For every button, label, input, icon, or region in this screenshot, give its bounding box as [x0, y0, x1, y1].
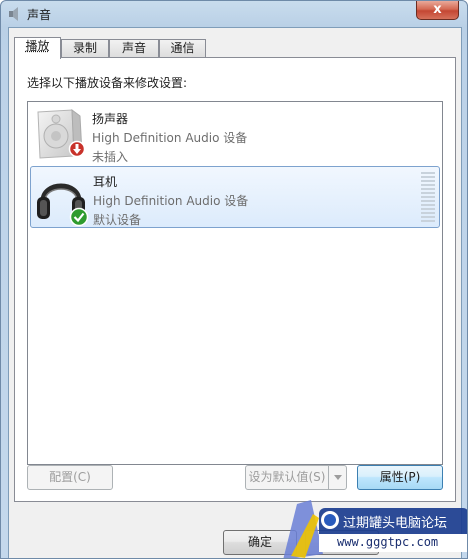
watermark: 过期罐头电脑论坛 www.gggtpc.com — [283, 496, 467, 558]
unplugged-badge-icon — [68, 140, 86, 158]
watermark-url: www.gggtpc.com — [337, 535, 439, 549]
sound-app-icon — [9, 7, 18, 21]
volume-level-meter — [421, 172, 435, 222]
list-item-headphones[interactable]: 耳机 High Definition Audio 设备 默认设备 — [30, 166, 440, 228]
set-default-dropdown[interactable] — [328, 465, 347, 490]
sound-dialog: 声音 x 播放 录制 声音 通信 选择以下播放设备来修改设置: 扬声器 High… — [0, 0, 468, 559]
tab-recording[interactable]: 录制 — [61, 39, 109, 58]
dialog-client: 播放 录制 声音 通信 选择以下播放设备来修改设置: 扬声器 High Defi… — [8, 27, 462, 558]
instruction-text: 选择以下播放设备来修改设置: — [27, 76, 188, 90]
device-status: 未插入 — [92, 150, 129, 164]
device-description: High Definition Audio 设备 — [92, 131, 248, 145]
default-check-icon — [69, 207, 89, 227]
close-icon: x — [433, 2, 442, 17]
tab-sounds[interactable]: 声音 — [109, 39, 159, 58]
window-title: 声音 — [27, 8, 52, 22]
watermark-title: 过期罐头电脑论坛 — [343, 516, 448, 531]
device-name: 扬声器 — [92, 112, 129, 126]
title-bar[interactable]: 声音 x — [1, 1, 467, 27]
list-item-speaker[interactable]: 扬声器 High Definition Audio 设备 未插入 — [30, 104, 440, 166]
tab-communications[interactable]: 通信 — [159, 39, 206, 58]
device-description: High Definition Audio 设备 — [93, 194, 249, 208]
device-list[interactable]: 扬声器 High Definition Audio 设备 未插入 耳机 High… — [27, 101, 443, 465]
tab-playback[interactable]: 播放 — [14, 37, 61, 59]
device-name: 耳机 — [93, 175, 118, 189]
device-status: 默认设备 — [93, 213, 142, 227]
properties-button[interactable]: 属性(P) — [357, 465, 443, 490]
configure-button[interactable]: 配置(C) — [27, 465, 113, 490]
close-button[interactable]: x — [416, 1, 459, 20]
chevron-down-icon — [334, 475, 342, 480]
set-default-button[interactable]: 设为默认值(S) — [245, 465, 329, 490]
playback-panel: 选择以下播放设备来修改设置: 扬声器 High Definition Audio… — [14, 57, 456, 502]
